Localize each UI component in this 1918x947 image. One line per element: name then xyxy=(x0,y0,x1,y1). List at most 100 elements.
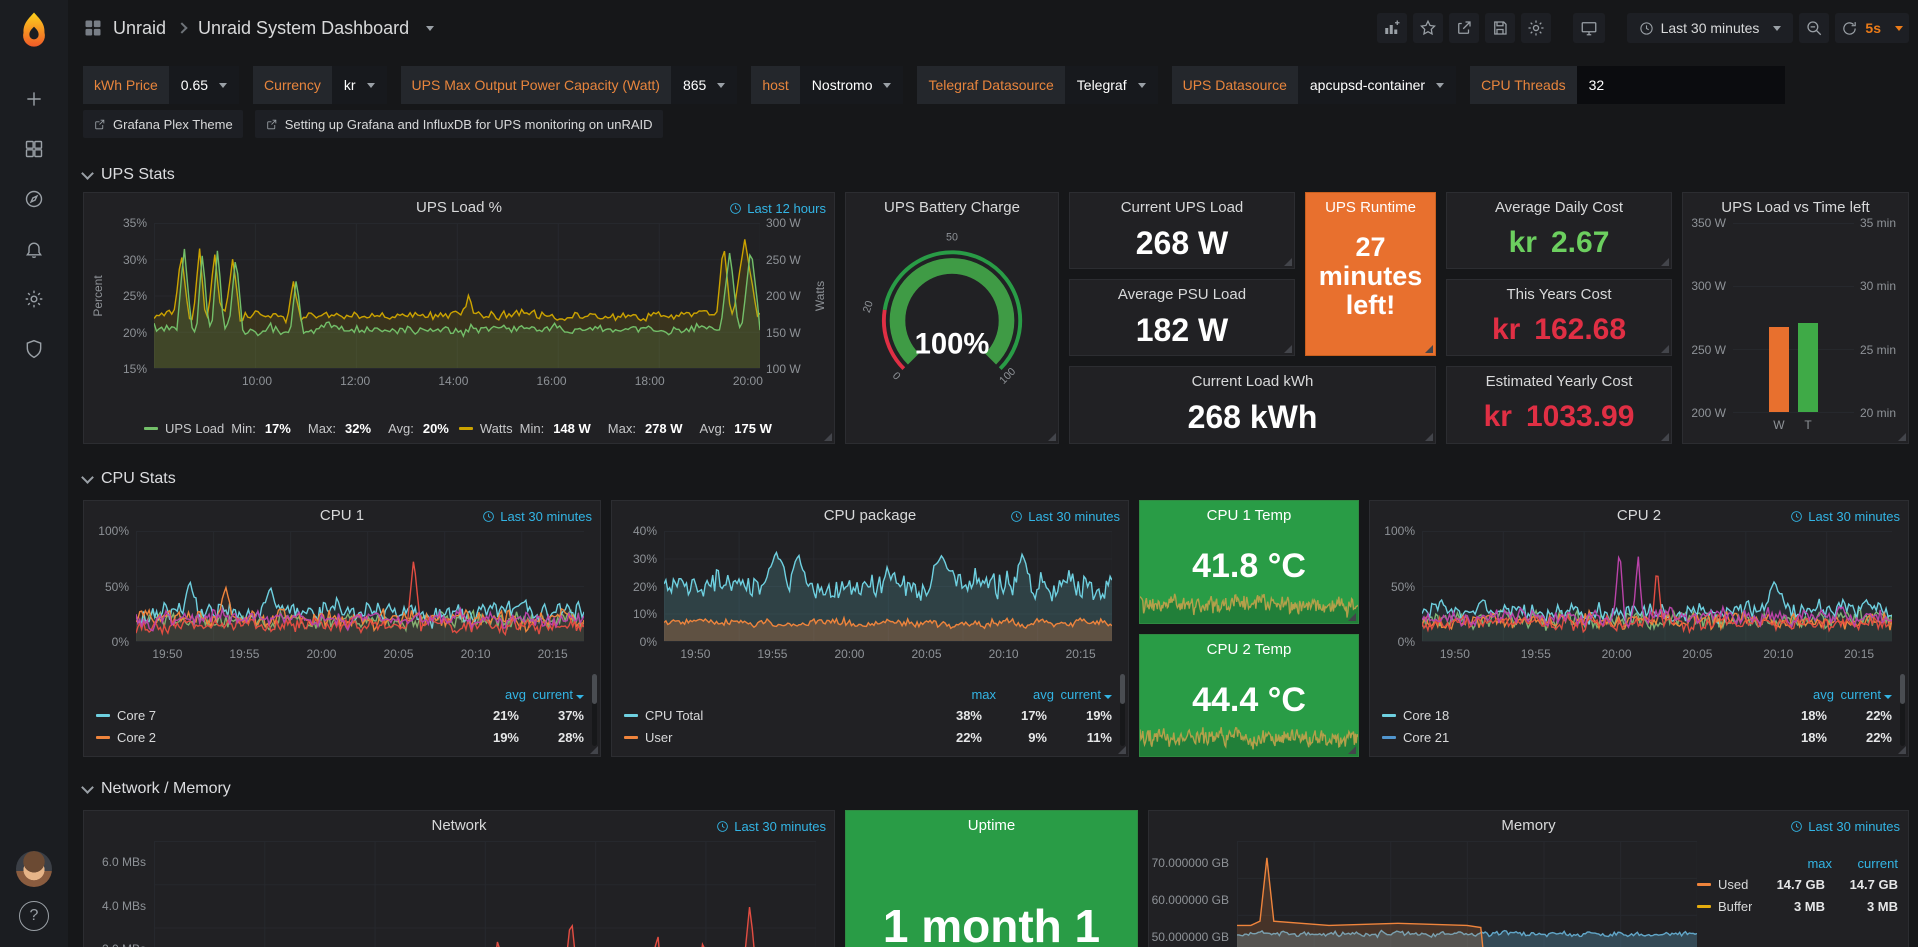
panel-resize-handle[interactable] xyxy=(1661,433,1669,441)
legend-series-name[interactable]: User xyxy=(645,730,917,745)
memory-plot[interactable] xyxy=(1237,841,1697,947)
legend-sort-max[interactable]: max xyxy=(1766,856,1832,871)
refresh-button[interactable]: 5s xyxy=(1835,13,1909,43)
sidebar-item-configuration[interactable] xyxy=(13,278,55,320)
legend-scrollbar[interactable] xyxy=(1120,674,1125,746)
star-button[interactable] xyxy=(1413,13,1443,43)
legend-sort-avg[interactable]: avg xyxy=(996,687,1054,702)
panel-title[interactable]: CPU 1 Temp xyxy=(1140,501,1358,531)
network-plot[interactable] xyxy=(154,841,816,947)
legend-series-name[interactable]: Core 21 xyxy=(1403,730,1762,745)
time-range-picker[interactable]: Last 30 minutes xyxy=(1627,13,1794,43)
panel-title[interactable]: CPU 2 Temp xyxy=(1140,635,1358,665)
save-button[interactable] xyxy=(1485,13,1515,43)
legend-sort-current[interactable]: current xyxy=(1054,687,1112,702)
panel-time-override[interactable]: Last 30 minutes xyxy=(716,819,826,834)
variable-value-dropdown[interactable]: kr xyxy=(332,66,387,104)
cpu-package-plot[interactable] xyxy=(664,531,1112,642)
bar-watts[interactable] xyxy=(1769,327,1789,412)
legend-series-watts[interactable]: Watts Min:148 W Max:278 W Avg:175 W xyxy=(459,421,782,436)
row-header-ups-stats[interactable]: UPS Stats xyxy=(83,160,1909,190)
bar-time-left[interactable] xyxy=(1798,323,1818,412)
legend-series-name[interactable]: Core 2 xyxy=(117,730,454,745)
sidebar-item-alerting[interactable] xyxy=(13,228,55,270)
panel-resize-handle[interactable] xyxy=(590,746,598,754)
row-header-cpu-stats[interactable]: CPU Stats xyxy=(83,464,1909,494)
grafana-logo[interactable] xyxy=(13,10,55,52)
panel-time-override[interactable]: Last 30 minutes xyxy=(1790,509,1900,524)
cycle-view-button[interactable] xyxy=(1573,13,1605,43)
breadcrumb-app[interactable]: Unraid xyxy=(113,18,166,39)
variable-value-dropdown[interactable]: Telegraf xyxy=(1065,66,1158,104)
panel-title[interactable]: Average Daily Cost xyxy=(1447,193,1671,223)
panel-title[interactable]: Uptime xyxy=(846,811,1137,841)
panel-title[interactable]: This Years Cost xyxy=(1447,280,1671,310)
sidebar-item-explore[interactable] xyxy=(13,178,55,220)
y-axis-left: 6.0 MBs 4.0 MBs 2.0 MBs xyxy=(90,841,154,947)
ups-load-plot[interactable] xyxy=(154,223,760,369)
cpu1-plot[interactable] xyxy=(136,531,584,642)
variable-value-dropdown[interactable]: 865 xyxy=(671,66,737,104)
share-button[interactable] xyxy=(1449,13,1479,43)
panel-resize-handle[interactable] xyxy=(1048,433,1056,441)
panel-resize-handle[interactable] xyxy=(1661,345,1669,353)
legend-scrollbar[interactable] xyxy=(1900,674,1905,746)
legend-series-name[interactable]: Used xyxy=(1718,877,1752,892)
panel-resize-handle[interactable] xyxy=(1661,258,1669,266)
legend-scrollbar[interactable] xyxy=(592,674,597,746)
panel-time-override[interactable]: Last 30 minutes xyxy=(1010,509,1120,524)
panel-time-override[interactable]: Last 12 hours xyxy=(729,201,826,216)
cpu-threads-input[interactable] xyxy=(1577,66,1785,104)
panel-resize-handle[interactable] xyxy=(1284,258,1292,266)
legend-sort-current[interactable]: current xyxy=(526,687,584,702)
dashboard-link-ups-guide[interactable]: Setting up Grafana and InfluxDB for UPS … xyxy=(255,110,663,138)
panel-resize-handle[interactable] xyxy=(824,433,832,441)
stat-value: kr162.68 xyxy=(1447,313,1671,347)
breadcrumb-dashboard-title[interactable]: Unraid System Dashboard xyxy=(198,18,409,39)
variable-value-dropdown[interactable]: Nostromo xyxy=(800,66,904,104)
panel-resize-handle[interactable] xyxy=(1425,345,1433,353)
panel-title[interactable]: UPS Load % xyxy=(84,193,834,223)
user-avatar[interactable] xyxy=(16,851,52,887)
panel-title[interactable]: Estimated Yearly Cost xyxy=(1447,367,1671,397)
row-title: CPU Stats xyxy=(101,470,176,488)
panel-resize-handle[interactable] xyxy=(1425,433,1433,441)
panel-title[interactable]: Current UPS Load xyxy=(1070,193,1294,223)
zoom-out-button[interactable] xyxy=(1799,13,1829,43)
bar-plot[interactable] xyxy=(1733,223,1854,413)
panel-title[interactable]: Average PSU Load xyxy=(1070,280,1294,310)
panel-title[interactable]: UPS Battery Charge xyxy=(846,193,1058,223)
legend-series-name[interactable]: Core 7 xyxy=(117,708,454,723)
panel-resize-handle[interactable] xyxy=(1348,746,1356,754)
help-icon[interactable]: ? xyxy=(19,901,49,931)
cpu2-plot[interactable] xyxy=(1422,531,1892,642)
legend-series-name[interactable]: Core 18 xyxy=(1403,708,1762,723)
variable-value-dropdown[interactable]: apcupsd-container xyxy=(1298,66,1456,104)
legend-series-ups-load[interactable]: UPS Load Min:17% Max:32% Avg:20% xyxy=(144,421,459,436)
panel-time-override[interactable]: Last 30 minutes xyxy=(1790,819,1900,834)
legend-swatch xyxy=(459,427,473,430)
panel-title[interactable]: UPS Runtime xyxy=(1306,193,1435,223)
panel-resize-handle[interactable] xyxy=(1898,433,1906,441)
legend-sort-current[interactable]: current xyxy=(1834,687,1892,702)
sidebar-item-dashboards[interactable] xyxy=(13,128,55,170)
legend-sort-max[interactable]: max xyxy=(938,687,996,702)
panel-resize-handle[interactable] xyxy=(1348,613,1356,621)
add-panel-button[interactable] xyxy=(1377,13,1407,43)
panel-resize-handle[interactable] xyxy=(1284,345,1292,353)
panel-time-override[interactable]: Last 30 minutes xyxy=(482,509,592,524)
legend-series-name[interactable]: CPU Total xyxy=(645,708,917,723)
dashboard-settings-button[interactable] xyxy=(1521,13,1551,43)
panel-resize-handle[interactable] xyxy=(1118,746,1126,754)
panel-resize-handle[interactable] xyxy=(1898,746,1906,754)
legend-sort-avg[interactable]: avg xyxy=(468,687,526,702)
variable-value-dropdown[interactable]: 0.65 xyxy=(169,66,239,104)
panel-title[interactable]: Current Load kWh xyxy=(1070,367,1435,397)
dashboard-link-plex-theme[interactable]: Grafana Plex Theme xyxy=(83,110,243,138)
sidebar-item-create[interactable] xyxy=(13,78,55,120)
legend-series-name[interactable]: Buffered xyxy=(1718,899,1752,914)
sidebar-item-admin[interactable] xyxy=(13,328,55,370)
legend-sort-current[interactable]: current xyxy=(1832,856,1898,871)
legend-sort-avg[interactable]: avg xyxy=(1776,687,1834,702)
row-header-network-memory[interactable]: Network / Memory xyxy=(83,774,1909,804)
